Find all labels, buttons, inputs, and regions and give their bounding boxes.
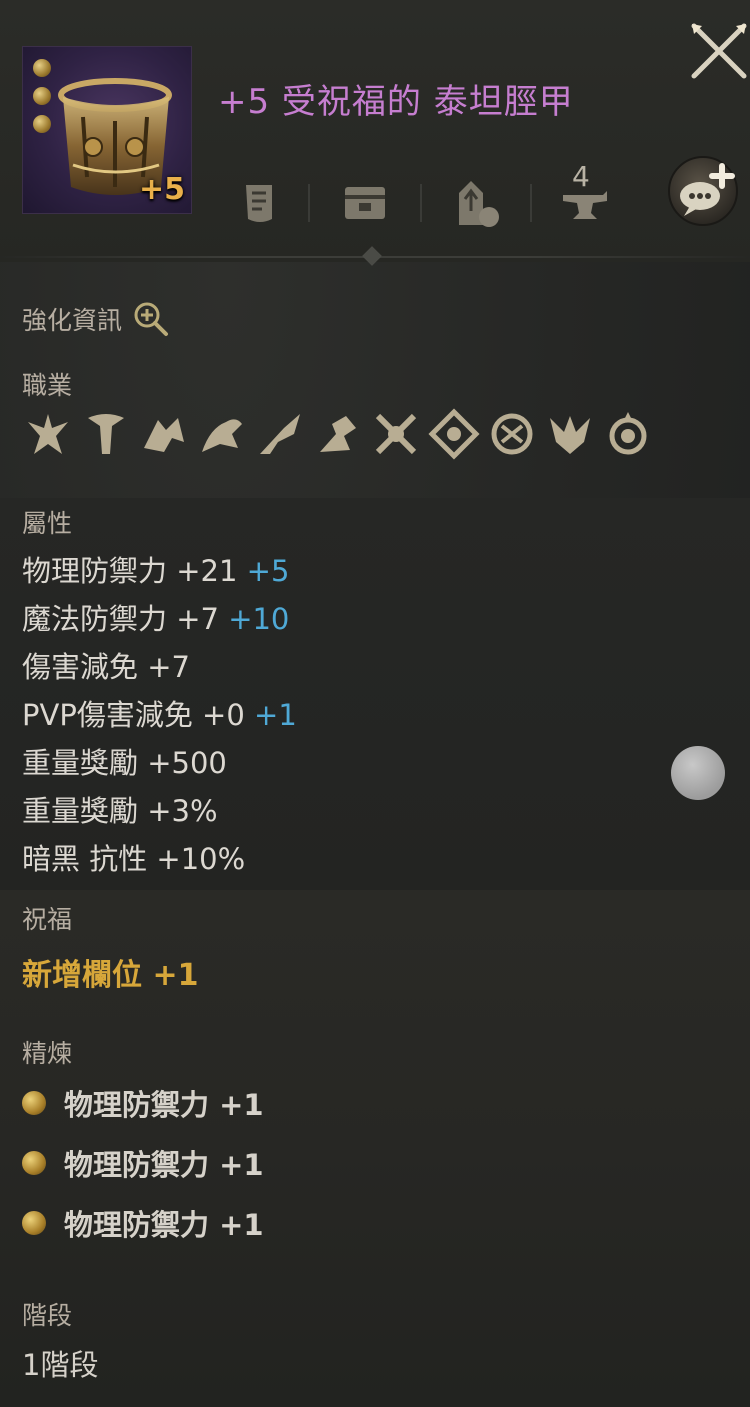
item-tooltip-panel: +5 +5 受祝福的 泰坦脛甲 4 強化資訊 職業 屬性 物理防禦力 +21 +… (0, 0, 750, 1407)
magnifier-plus-icon (134, 302, 169, 336)
attribute-bonus: +1 (254, 698, 297, 732)
attribute-text: PVP傷害減免 +0 (22, 698, 245, 732)
chest-icon (345, 187, 385, 219)
enhance-info-label: 強化資訊 (22, 306, 123, 335)
refine-gem-icon (22, 1211, 46, 1235)
attribute-line: 物理防禦力 +21 +5 (22, 548, 289, 590)
attribute-line: 魔法防禦力 +7 +10 (22, 596, 289, 638)
socket-gem-icon (33, 115, 51, 133)
attribute-text: 重量獎勵 +3% (22, 794, 218, 828)
toolbar-divider (308, 184, 310, 222)
refine-text: 物理防禦力 +1 (64, 1208, 264, 1242)
attribute-text: 物理防禦力 +21 (22, 554, 238, 588)
item-title: +5 受祝福的 泰坦脛甲 (218, 82, 574, 122)
anvil-button[interactable] (555, 170, 615, 236)
scrollbar-thumb[interactable] (671, 746, 725, 800)
blessing-line: 新增欄位 +1 (22, 958, 199, 993)
attribute-text: 傷害減免 +7 (22, 650, 190, 684)
attribute-line: PVP傷害減免 +0 +1 (22, 692, 297, 734)
chat-share-button[interactable] (668, 156, 738, 226)
attributes-label: 屬性 (22, 509, 73, 538)
socket-gem-icon (33, 59, 51, 77)
attribute-line: 傷害減免 +7 (22, 644, 190, 686)
attribute-line: 暗黑 抗性 +10% (22, 836, 245, 878)
toolbar-divider (530, 184, 532, 222)
storage-button[interactable] (335, 170, 395, 236)
class-10-icon (550, 416, 590, 454)
refine-item: 物理防禦力 +1 (22, 1202, 264, 1244)
enhance-level-badge: +5 (138, 172, 185, 207)
socket-indicators (33, 59, 51, 143)
class-5-icon (260, 414, 300, 454)
refine-gem-icon (22, 1091, 46, 1115)
upgrade-button[interactable] (448, 170, 508, 236)
scroll-button[interactable] (230, 170, 290, 236)
attribute-text: 魔法防禦力 +7 (22, 602, 219, 636)
attribute-text: 暗黑 抗性 +10% (22, 842, 246, 876)
classes-label: 職業 (22, 371, 73, 400)
refine-item: 物理防禦力 +1 (22, 1142, 264, 1184)
upgrade-pot-icon (459, 181, 499, 227)
class-9-icon (491, 413, 533, 455)
class-8-icon (428, 408, 480, 460)
close-icon (691, 23, 747, 79)
class-3-icon (144, 418, 184, 452)
class-icon-list (22, 408, 672, 464)
class-4-icon (202, 419, 242, 452)
item-icon-frame[interactable]: +5 (22, 46, 192, 214)
class-2-icon (88, 414, 124, 454)
attribute-bonus: +10 (228, 602, 290, 636)
refine-item: 物理防禦力 +1 (22, 1082, 264, 1124)
enhance-info-link[interactable]: 強化資訊 (22, 300, 170, 338)
socket-gem-icon (33, 87, 51, 105)
scroll-icon (246, 185, 272, 222)
attribute-line: 重量獎勵 +500 (22, 740, 227, 782)
class-1-icon (28, 414, 68, 454)
blessing-label: 祝福 (22, 905, 73, 934)
class-6-icon (320, 416, 356, 452)
stage-value: 1階段 (22, 1348, 99, 1382)
refine-text: 物理防禦力 +1 (64, 1088, 264, 1122)
anvil-icon (563, 191, 607, 219)
attribute-line: 重量獎勵 +3% (22, 788, 218, 830)
close-button[interactable] (688, 20, 750, 82)
refine-text: 物理防禦力 +1 (64, 1148, 264, 1182)
attribute-bonus: +5 (246, 554, 290, 588)
chat-add-icon (680, 163, 735, 216)
toolbar-divider (420, 184, 422, 222)
refine-label: 精煉 (22, 1039, 73, 1068)
refine-gem-icon (22, 1151, 46, 1175)
class-11-icon (609, 412, 647, 455)
stage-label: 階段 (22, 1301, 73, 1330)
attribute-text: 重量獎勵 +500 (22, 746, 227, 780)
class-7-icon (375, 413, 417, 455)
